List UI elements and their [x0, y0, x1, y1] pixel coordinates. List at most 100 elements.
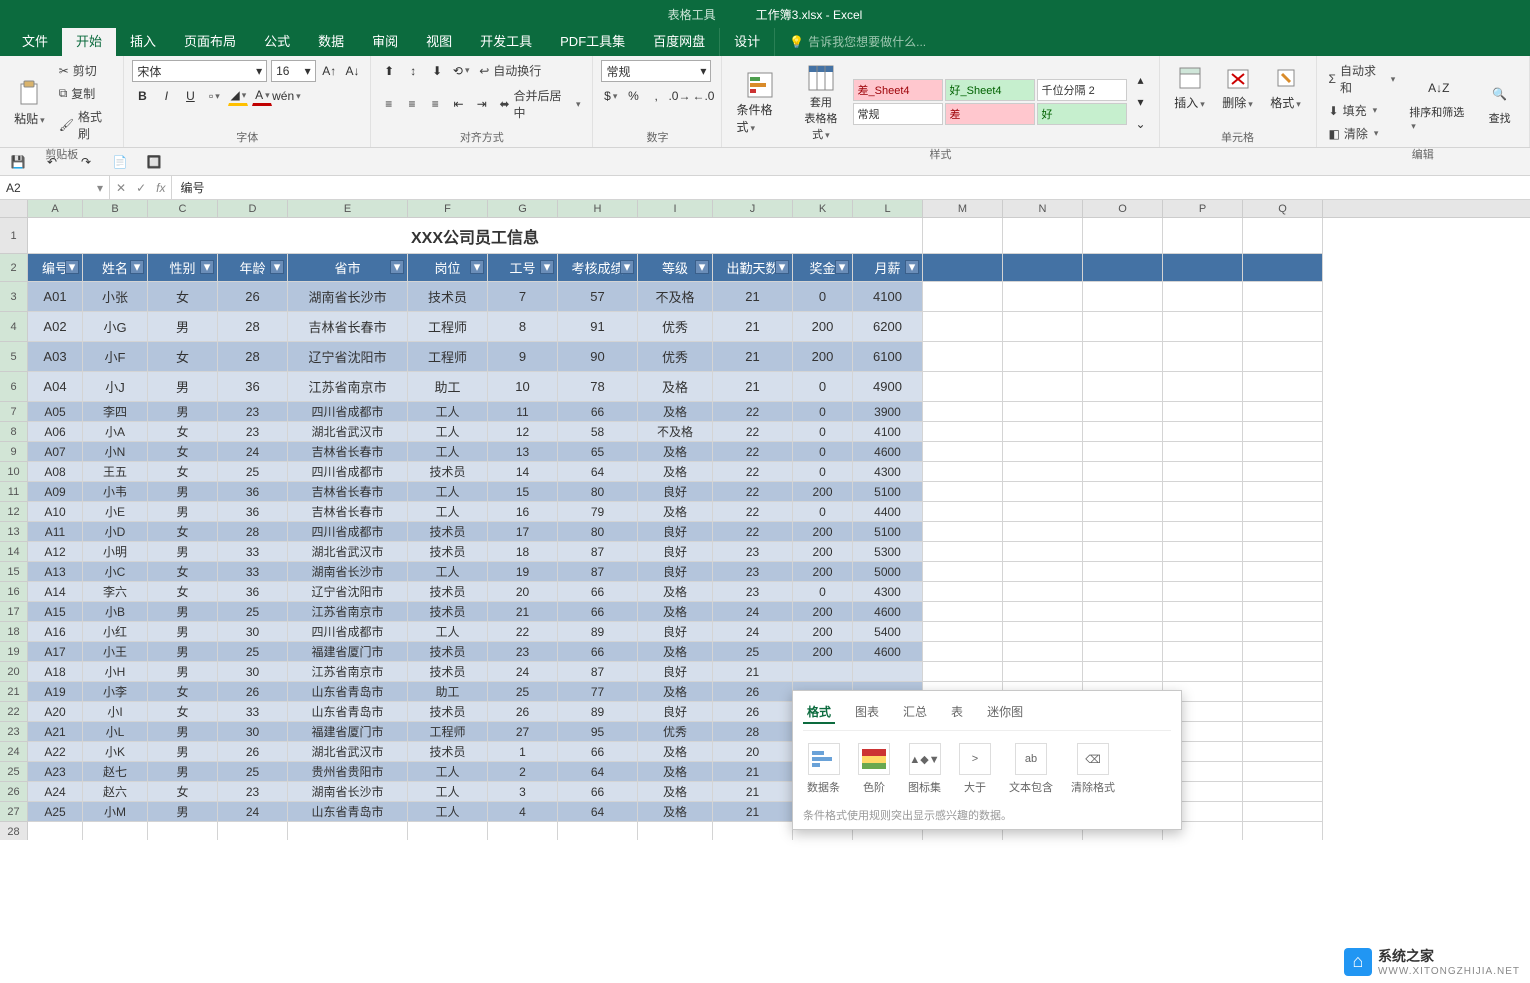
- enter-formula-button[interactable]: ✓: [136, 181, 146, 195]
- column-header-H[interactable]: H: [558, 200, 638, 217]
- table-cell[interactable]: A09: [28, 482, 83, 502]
- table-header-cell[interactable]: [1243, 254, 1323, 282]
- table-cell[interactable]: 工人: [408, 762, 488, 782]
- table-cell[interactable]: 0: [793, 462, 853, 482]
- table-cell[interactable]: 技术员: [408, 602, 488, 622]
- format-painter-button[interactable]: 🖌格式刷: [55, 106, 116, 144]
- column-header-D[interactable]: D: [218, 200, 288, 217]
- table-cell[interactable]: 22: [713, 442, 793, 462]
- style-good2[interactable]: 好: [1037, 103, 1127, 125]
- name-box[interactable]: A2▾: [0, 176, 110, 199]
- table-cell[interactable]: A19: [28, 682, 83, 702]
- column-header-A[interactable]: A: [28, 200, 83, 217]
- increase-decimal-button[interactable]: .0→: [669, 86, 689, 106]
- row-header-8[interactable]: 8: [0, 422, 28, 442]
- table-cell[interactable]: [1163, 622, 1243, 642]
- table-cell[interactable]: 20: [488, 582, 558, 602]
- table-cell[interactable]: 30: [218, 662, 288, 682]
- row-header-5[interactable]: 5: [0, 342, 28, 372]
- table-cell[interactable]: 小I: [83, 702, 148, 722]
- table-cell[interactable]: 男: [148, 722, 218, 742]
- table-cell[interactable]: 技术员: [408, 462, 488, 482]
- table-cell[interactable]: [1163, 282, 1243, 312]
- fill-button[interactable]: ⬇填充: [1325, 100, 1400, 121]
- table-cell[interactable]: 33: [218, 562, 288, 582]
- table-cell[interactable]: 25: [713, 642, 793, 662]
- table-cell[interactable]: 57: [558, 282, 638, 312]
- table-cell[interactable]: 30: [218, 622, 288, 642]
- table-cell[interactable]: 不及格: [638, 282, 713, 312]
- table-cell[interactable]: [1083, 642, 1163, 662]
- table-cell[interactable]: 女: [148, 782, 218, 802]
- table-cell[interactable]: [1083, 562, 1163, 582]
- table-cell[interactable]: 21: [713, 782, 793, 802]
- row-header-6[interactable]: 6: [0, 372, 28, 402]
- table-cell[interactable]: 24: [218, 442, 288, 462]
- table-cell[interactable]: 25: [218, 642, 288, 662]
- table-cell[interactable]: [408, 822, 488, 840]
- table-header-cell[interactable]: [923, 254, 1003, 282]
- table-cell[interactable]: 23: [218, 422, 288, 442]
- table-cell[interactable]: 87: [558, 562, 638, 582]
- table-cell[interactable]: 24: [488, 662, 558, 682]
- table-header-cell[interactable]: 岗位▾: [408, 254, 488, 282]
- table-cell[interactable]: 助工: [408, 372, 488, 402]
- table-cell[interactable]: 及格: [638, 442, 713, 462]
- table-cell[interactable]: 3900: [853, 402, 923, 422]
- comma-button[interactable]: ,: [647, 86, 666, 106]
- table-cell[interactable]: [1083, 342, 1163, 372]
- table-cell[interactable]: [1163, 218, 1243, 254]
- table-cell[interactable]: [1243, 722, 1323, 742]
- table-cell[interactable]: 江苏省南京市: [288, 372, 408, 402]
- table-cell[interactable]: [1243, 342, 1323, 372]
- row-header-26[interactable]: 26: [0, 782, 28, 802]
- table-cell[interactable]: 30: [218, 722, 288, 742]
- table-cell[interactable]: 良好: [638, 662, 713, 682]
- table-cell[interactable]: 湖南省长沙市: [288, 562, 408, 582]
- table-cell[interactable]: 0: [793, 442, 853, 462]
- table-cell[interactable]: [1163, 342, 1243, 372]
- table-cell[interactable]: 女: [148, 282, 218, 312]
- table-cell[interactable]: 16: [488, 502, 558, 522]
- qat-extra2-button[interactable]: 🔲: [144, 152, 164, 172]
- tab-formulas[interactable]: 公式: [250, 25, 304, 56]
- table-cell[interactable]: 及格: [638, 762, 713, 782]
- bold-button[interactable]: B: [132, 86, 152, 106]
- table-cell[interactable]: 吉林省长春市: [288, 502, 408, 522]
- table-cell[interactable]: [1083, 372, 1163, 402]
- increase-font-icon[interactable]: A↑: [320, 61, 339, 81]
- table-cell[interactable]: [1243, 742, 1323, 762]
- tab-home[interactable]: 开始: [62, 25, 116, 56]
- table-cell[interactable]: 23: [218, 402, 288, 422]
- table-cell[interactable]: [923, 218, 1003, 254]
- insert-cells-button[interactable]: 插入: [1168, 60, 1212, 113]
- table-cell[interactable]: [1243, 662, 1323, 682]
- table-cell[interactable]: A03: [28, 342, 83, 372]
- table-cell[interactable]: 4300: [853, 582, 923, 602]
- column-header-N[interactable]: N: [1003, 200, 1083, 217]
- table-cell[interactable]: 4600: [853, 442, 923, 462]
- table-cell[interactable]: 80: [558, 522, 638, 542]
- table-cell[interactable]: 男: [148, 372, 218, 402]
- table-cell[interactable]: 小B: [83, 602, 148, 622]
- tab-pdf[interactable]: PDF工具集: [546, 25, 639, 56]
- table-cell[interactable]: 22: [713, 522, 793, 542]
- table-cell[interactable]: [923, 372, 1003, 402]
- table-cell[interactable]: 24: [218, 802, 288, 822]
- table-cell[interactable]: 小D: [83, 522, 148, 542]
- table-cell[interactable]: 工人: [408, 502, 488, 522]
- table-cell[interactable]: 女: [148, 702, 218, 722]
- table-cell[interactable]: [1003, 462, 1083, 482]
- table-cell[interactable]: 66: [558, 642, 638, 662]
- cancel-formula-button[interactable]: ✕: [116, 181, 126, 195]
- filter-dropdown[interactable]: ▾: [540, 260, 554, 274]
- row-header-3[interactable]: 3: [0, 282, 28, 312]
- table-cell[interactable]: 87: [558, 662, 638, 682]
- column-header-K[interactable]: K: [793, 200, 853, 217]
- table-header-cell[interactable]: 编号▾: [28, 254, 83, 282]
- column-header-G[interactable]: G: [488, 200, 558, 217]
- table-cell[interactable]: 及格: [638, 372, 713, 402]
- table-cell[interactable]: [638, 822, 713, 840]
- table-cell[interactable]: [1243, 642, 1323, 662]
- table-cell[interactable]: 良好: [638, 622, 713, 642]
